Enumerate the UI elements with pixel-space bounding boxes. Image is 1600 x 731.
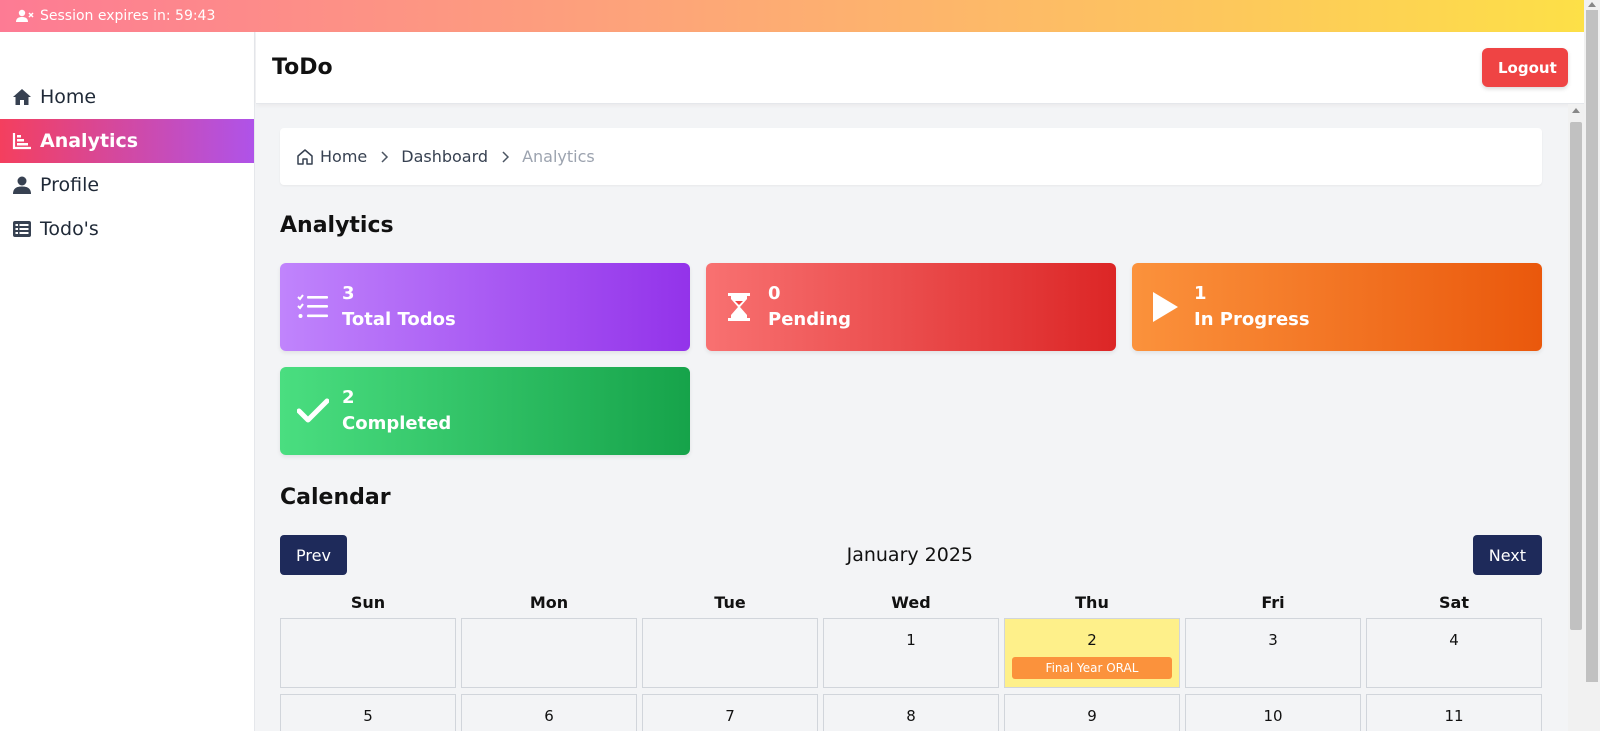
breadcrumb-home[interactable]: Home bbox=[320, 147, 367, 166]
stat-card-in-progress: 1 In Progress bbox=[1132, 263, 1542, 351]
stat-label: In Progress bbox=[1194, 309, 1310, 330]
calendar-day[interactable] bbox=[642, 618, 818, 688]
home-outline-icon bbox=[296, 148, 314, 166]
chevron-right-icon bbox=[500, 150, 510, 163]
breadcrumb: Home Dashboard Analytics bbox=[280, 128, 1542, 185]
chart-icon bbox=[12, 132, 32, 150]
stats-grid: 3 Total Todos 0 Pending 1 In Progress 2 … bbox=[280, 263, 1542, 455]
stat-value: 0 bbox=[768, 283, 781, 304]
stat-value: 3 bbox=[342, 283, 355, 304]
stat-card-completed: 2 Completed bbox=[280, 367, 690, 455]
calendar-day[interactable] bbox=[280, 618, 456, 688]
stat-card-pending: 0 Pending bbox=[706, 263, 1116, 351]
play-icon bbox=[1148, 290, 1182, 324]
main-content: Home Dashboard Analytics Analytics 3 Tot… bbox=[280, 128, 1542, 731]
page-scroll-thumb[interactable] bbox=[1586, 10, 1598, 682]
event-chip[interactable]: Final Year ORAL bbox=[1012, 657, 1172, 679]
next-month-button[interactable]: Next bbox=[1472, 535, 1542, 575]
chevron-right-icon bbox=[379, 150, 389, 163]
scroll-thumb[interactable] bbox=[1570, 122, 1582, 630]
page-scrollbar[interactable] bbox=[1584, 0, 1600, 731]
user-icon bbox=[12, 176, 32, 194]
stat-label: Total Todos bbox=[342, 309, 456, 330]
calendar-day[interactable]: 7 bbox=[642, 694, 818, 731]
sidebar-item-todos[interactable]: Todo's bbox=[0, 207, 254, 251]
hourglass-icon bbox=[722, 290, 756, 324]
calendar-day[interactable]: 10 bbox=[1185, 694, 1361, 731]
calendar-day[interactable]: 3 bbox=[1185, 618, 1361, 688]
weekday-label: Fri bbox=[1261, 593, 1285, 612]
checklist-icon bbox=[296, 290, 330, 324]
calendar-day[interactable] bbox=[461, 618, 637, 688]
calendar-day[interactable]: 6 bbox=[461, 694, 637, 731]
sidebar: Home Analytics Profile Todo's bbox=[0, 32, 255, 731]
logout-button[interactable]: Logout bbox=[1482, 48, 1568, 87]
stat-label: Completed bbox=[342, 413, 452, 434]
check-icon bbox=[296, 394, 330, 428]
calendar-title: Calendar bbox=[280, 485, 391, 510]
sidebar-item-label: Profile bbox=[40, 174, 100, 196]
calendar-day[interactable]: 9 bbox=[1004, 694, 1180, 731]
weekday-label: Sat bbox=[1439, 593, 1469, 612]
calendar-week: 5 6 7 8 9 10 11 bbox=[280, 694, 1542, 731]
calendar-header: Prev January 2025 Next bbox=[280, 535, 1542, 575]
weekday-label: Sun bbox=[350, 593, 386, 612]
sidebar-item-label: Home bbox=[40, 86, 97, 108]
weekday-label: Mon bbox=[529, 593, 569, 612]
list-icon bbox=[12, 220, 32, 238]
weekday-label: Tue bbox=[714, 593, 746, 612]
weekday-header: Sun Mon Tue Wed Thu Fri Sat bbox=[280, 593, 1542, 612]
page-title: Analytics bbox=[280, 213, 394, 238]
session-timer: Session expires in: 59:43 bbox=[40, 8, 216, 24]
breadcrumb-dashboard[interactable]: Dashboard bbox=[401, 147, 488, 166]
user-clock-icon bbox=[16, 9, 34, 23]
prev-month-button[interactable]: Prev bbox=[280, 535, 347, 575]
session-bar: Session expires in: 59:43 bbox=[0, 0, 1584, 32]
weekday-label: Thu bbox=[1075, 593, 1109, 612]
sidebar-item-home[interactable]: Home bbox=[0, 75, 254, 119]
month-label: January 2025 bbox=[846, 544, 974, 566]
weekday-label: Wed bbox=[891, 593, 931, 612]
calendar-day[interactable]: 4 bbox=[1366, 618, 1542, 688]
home-icon bbox=[12, 88, 32, 106]
stat-card-total: 3 Total Todos bbox=[280, 263, 690, 351]
stat-label: Pending bbox=[768, 309, 851, 330]
app-title: ToDo bbox=[272, 55, 333, 80]
app-header: ToDo Logout bbox=[256, 32, 1584, 104]
calendar-day[interactable]: 11 bbox=[1366, 694, 1542, 731]
page-scroll-up-arrow-icon[interactable] bbox=[1588, 2, 1596, 7]
sidebar-item-profile[interactable]: Profile bbox=[0, 163, 254, 207]
calendar-week: 1 2 Final Year ORAL 3 4 bbox=[280, 618, 1542, 688]
sidebar-item-label: Analytics bbox=[40, 130, 139, 152]
sidebar-item-label: Todo's bbox=[40, 218, 99, 240]
scroll-up-arrow-icon[interactable] bbox=[1572, 108, 1580, 113]
calendar-day[interactable]: 5 bbox=[280, 694, 456, 731]
content-scrollbar[interactable] bbox=[1568, 104, 1584, 731]
calendar-day-today[interactable]: 2 Final Year ORAL bbox=[1004, 618, 1180, 688]
sidebar-item-analytics[interactable]: Analytics bbox=[0, 119, 254, 163]
calendar-day[interactable]: 1 bbox=[823, 618, 999, 688]
calendar-day[interactable]: 8 bbox=[823, 694, 999, 731]
stat-value: 2 bbox=[342, 387, 355, 408]
day-number: 2 bbox=[1087, 631, 1097, 649]
breadcrumb-current: Analytics bbox=[522, 147, 595, 166]
stat-value: 1 bbox=[1194, 283, 1207, 304]
